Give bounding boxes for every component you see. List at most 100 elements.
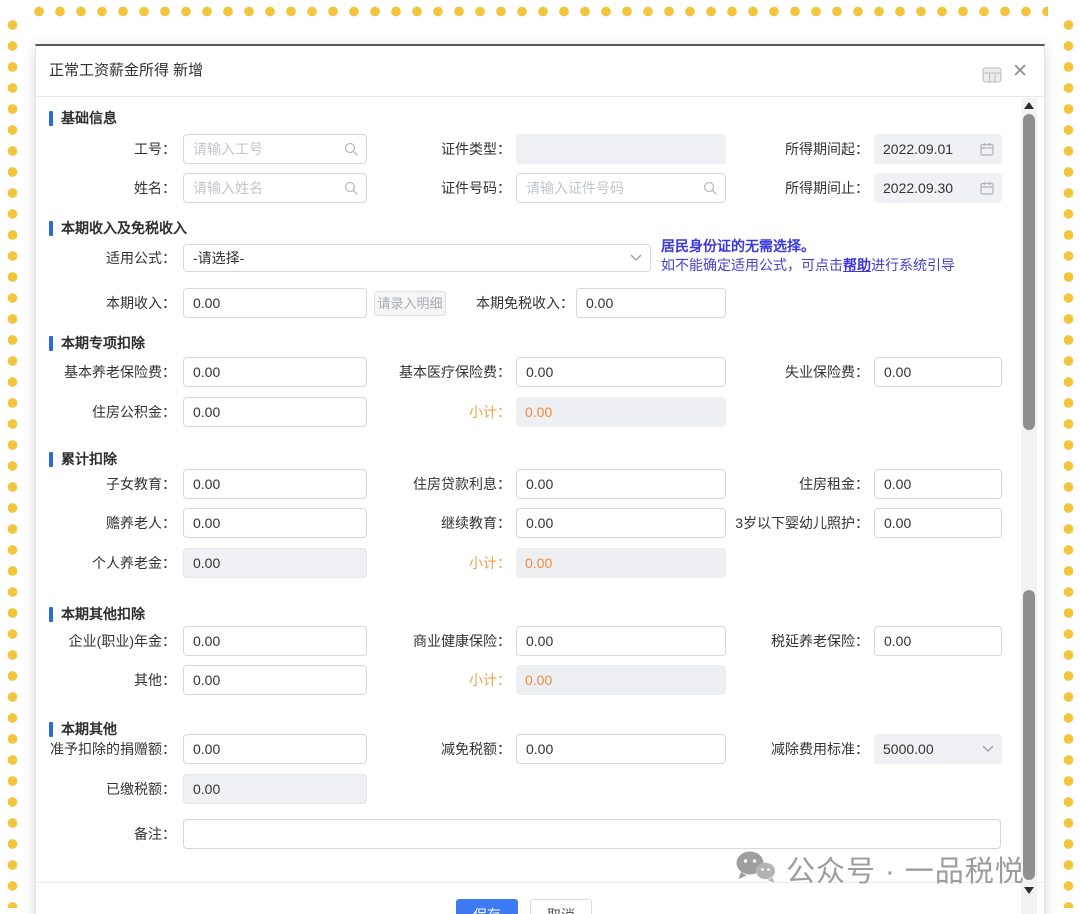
continuing-edu-label: 继续教育： bbox=[371, 508, 511, 538]
cert-no-field-wrap bbox=[516, 173, 726, 203]
paid-tax-label: 已缴税额： bbox=[36, 774, 176, 804]
children-edu-label: 子女教育： bbox=[36, 469, 176, 499]
section-accent-bar bbox=[49, 221, 53, 236]
health-ins-input[interactable] bbox=[516, 626, 726, 656]
calendar-icon bbox=[980, 181, 994, 195]
infant-care-input[interactable] bbox=[874, 508, 1002, 538]
employee-id-input[interactable] bbox=[183, 134, 367, 164]
loan-interest-field-wrap bbox=[516, 469, 726, 499]
paid-tax-display: 0.00 bbox=[183, 774, 367, 804]
deduction-standard-value: 5000.00 bbox=[883, 741, 934, 757]
children-edu-input[interactable] bbox=[183, 469, 367, 499]
deferred-pension-label: 税延养老保险： bbox=[706, 626, 869, 656]
employee-id-field-wrap bbox=[183, 134, 367, 164]
loan-interest-input[interactable] bbox=[516, 469, 726, 499]
section-special-deduction: 本期专项扣除 bbox=[49, 333, 145, 353]
name-label: 姓名： bbox=[36, 173, 176, 203]
rent-field-wrap bbox=[874, 469, 1002, 499]
taxfree-income-input[interactable] bbox=[576, 288, 726, 318]
current-income-input[interactable] bbox=[183, 288, 367, 318]
chevron-down-icon bbox=[630, 254, 642, 262]
hint-line1: 居民身份证的无需选择。 bbox=[661, 237, 955, 256]
cancel-button[interactable]: 取消 bbox=[530, 899, 592, 914]
section-accent-bar bbox=[49, 111, 53, 126]
section-cumulative-deduction: 累计扣除 bbox=[49, 449, 117, 469]
annuity-input[interactable] bbox=[183, 626, 367, 656]
section-title: 本期收入及免税收入 bbox=[61, 218, 187, 238]
tax-reduction-input[interactable] bbox=[516, 734, 726, 764]
donation-field-wrap bbox=[183, 734, 367, 764]
section-accent-bar bbox=[49, 607, 53, 622]
hint-line2: 如不能确定适用公式，可点击帮助进行系统引导 bbox=[661, 256, 955, 275]
remark-field-wrap bbox=[183, 819, 1001, 849]
deduction-standard-select[interactable]: 5000.00 bbox=[874, 734, 1002, 764]
name-input[interactable] bbox=[183, 173, 367, 203]
remark-input[interactable] bbox=[183, 819, 1001, 849]
calendar-icon bbox=[980, 142, 994, 156]
cert-no-input[interactable] bbox=[516, 173, 726, 203]
taxfree-income-label: 本期免税收入： bbox=[434, 288, 574, 318]
scrollbar-thumb-upper[interactable] bbox=[1023, 114, 1035, 430]
infant-care-field-wrap bbox=[874, 508, 1002, 538]
health-ins-label: 商业健康保险： bbox=[371, 626, 511, 656]
section-title: 本期专项扣除 bbox=[61, 333, 145, 353]
watermark-text: 公众号 · 一品税悦 bbox=[786, 848, 1025, 890]
health-ins-field-wrap bbox=[516, 626, 726, 656]
elderly-field-wrap bbox=[183, 508, 367, 538]
scroll-up-icon[interactable] bbox=[1024, 102, 1034, 109]
donation-label: 准予扣除的捐赠额： bbox=[36, 734, 176, 764]
deferred-pension-input[interactable] bbox=[874, 626, 1002, 656]
housing-fund-input[interactable] bbox=[183, 397, 367, 427]
current-income-field-wrap bbox=[183, 288, 367, 318]
cumulative-subtotal-label: 小计： bbox=[371, 548, 511, 578]
tax-reduction-label: 减免税额： bbox=[371, 734, 511, 764]
save-button[interactable]: 保存 bbox=[456, 899, 518, 914]
cumulative-subtotal-value: 0.00 bbox=[516, 548, 726, 578]
housing-fund-label: 住房公积金： bbox=[36, 397, 176, 427]
section-accent-bar bbox=[49, 336, 53, 351]
close-icon[interactable]: ✕ bbox=[1012, 59, 1028, 85]
help-link[interactable]: 帮助 bbox=[843, 257, 871, 273]
rent-input[interactable] bbox=[874, 469, 1002, 499]
personal-pension-label: 个人养老金： bbox=[36, 548, 176, 578]
unemployment-input[interactable] bbox=[874, 357, 1002, 387]
elderly-label: 赡养老人： bbox=[36, 508, 176, 538]
decorative-dots-top bbox=[34, 6, 1048, 17]
name-field-wrap bbox=[183, 173, 367, 203]
period-start-field[interactable]: 2022.09.01 bbox=[874, 134, 1002, 164]
formula-select[interactable]: -请选择- bbox=[183, 244, 651, 272]
wechat-icon bbox=[734, 849, 776, 890]
special-subtotal-value: 0.00 bbox=[516, 397, 726, 427]
section-title: 本期其他扣除 bbox=[61, 604, 145, 624]
chevron-down-icon bbox=[982, 745, 994, 753]
continuing-edu-input[interactable] bbox=[516, 508, 726, 538]
period-end-label: 所得期间止： bbox=[706, 173, 869, 203]
cert-type-display bbox=[516, 134, 726, 164]
cert-no-label: 证件号码： bbox=[371, 173, 511, 203]
scrollbar[interactable] bbox=[1021, 98, 1037, 914]
pension-input[interactable] bbox=[183, 357, 367, 387]
current-income-label: 本期收入： bbox=[36, 288, 176, 318]
medical-input[interactable] bbox=[516, 357, 726, 387]
cert-type-label: 证件类型： bbox=[371, 134, 511, 164]
taxfree-income-field-wrap bbox=[576, 288, 726, 318]
infant-care-label: 3岁以下婴幼儿照护： bbox=[706, 508, 869, 538]
period-start-value: 2022.09.01 bbox=[883, 141, 953, 157]
donation-input[interactable] bbox=[183, 734, 367, 764]
dialog-titlebar: 正常工资薪金所得 新增 ✕ bbox=[36, 46, 1044, 97]
loan-interest-label: 住房贷款利息： bbox=[371, 469, 511, 499]
dialog-title: 正常工资薪金所得 新增 bbox=[49, 46, 203, 96]
calculator-icon[interactable] bbox=[982, 67, 1002, 88]
section-title: 基础信息 bbox=[61, 108, 117, 128]
scroll-down-icon[interactable] bbox=[1024, 887, 1034, 894]
period-end-field[interactable]: 2022.09.30 bbox=[874, 173, 1002, 203]
other-label: 其他： bbox=[36, 665, 176, 695]
scrollbar-thumb-lower[interactable] bbox=[1023, 590, 1035, 880]
elderly-input[interactable] bbox=[183, 508, 367, 538]
otherded-subtotal-label: 小计： bbox=[371, 665, 511, 695]
pension-field-wrap bbox=[183, 357, 367, 387]
section-accent-bar bbox=[49, 452, 53, 467]
section-current-income: 本期收入及免税收入 bbox=[49, 218, 187, 238]
other-input[interactable] bbox=[183, 665, 367, 695]
dialog-normal-salary-income-add: 正常工资薪金所得 新增 ✕ 基础信息 工号： 证件类型： 所得期间起： 2022… bbox=[35, 44, 1045, 914]
